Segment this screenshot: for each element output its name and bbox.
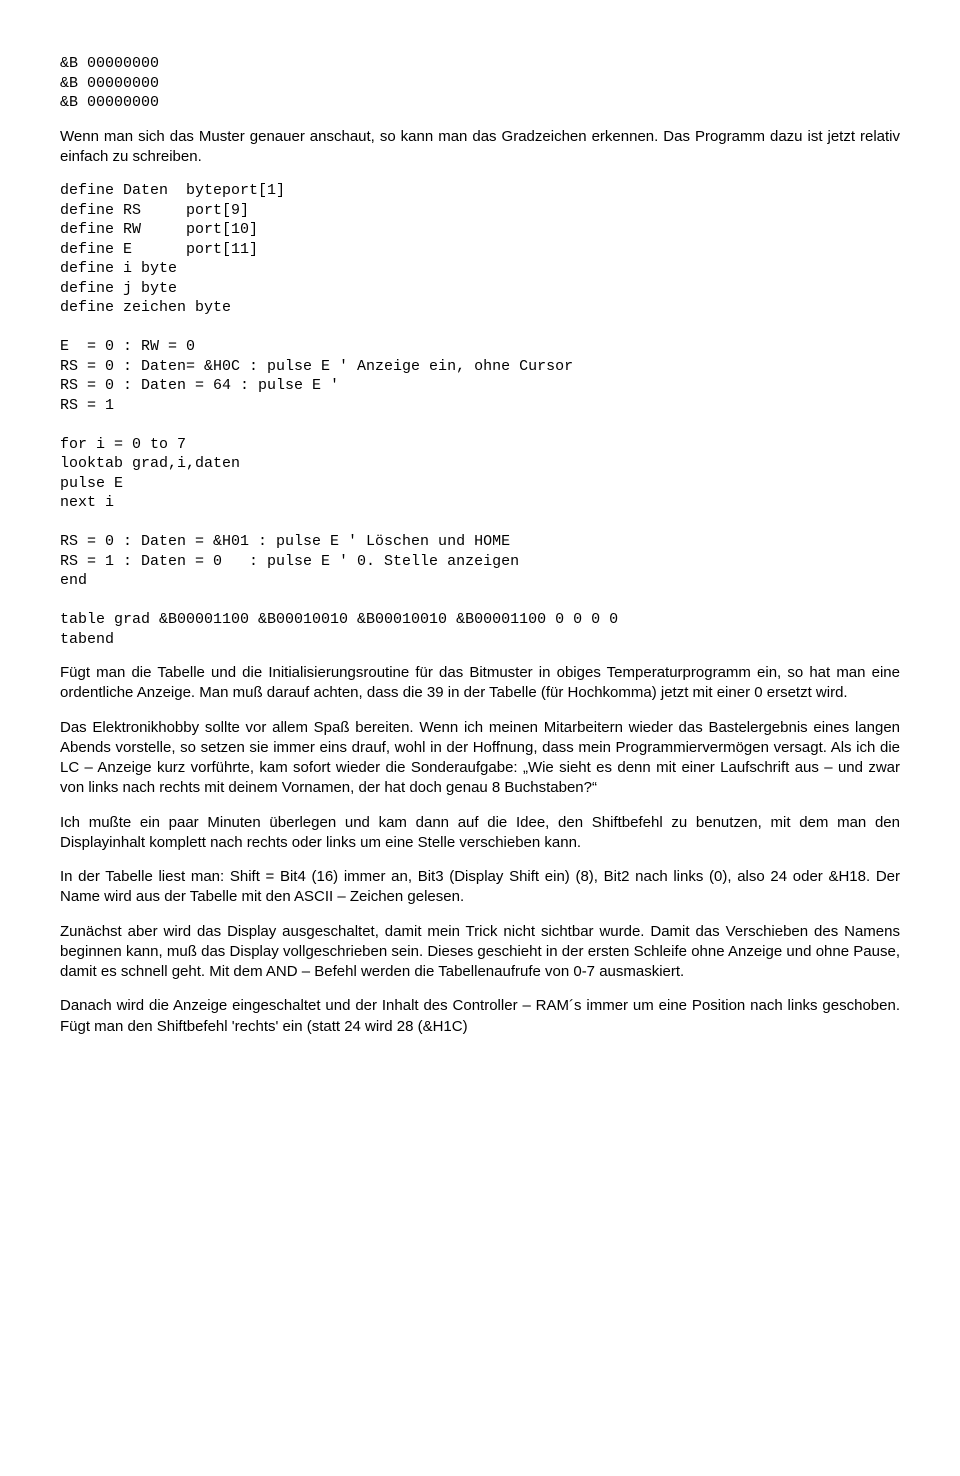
paragraph-5: In der Tabelle liest man: Shift = Bit4 (… — [60, 867, 900, 908]
paragraph-7: Danach wird die Anzeige eingeschaltet un… — [60, 996, 900, 1037]
paragraph-4: Ich mußte ein paar Minuten überlegen und… — [60, 813, 900, 854]
paragraph-6: Zunächst aber wird das Display ausgescha… — [60, 922, 900, 983]
code-block-2: define Daten byteport[1] define RS port[… — [60, 181, 900, 649]
paragraph-2: Fügt man die Tabelle und die Initialisie… — [60, 663, 900, 704]
paragraph-1: Wenn man sich das Muster genauer anschau… — [60, 127, 900, 168]
code-block-1: &B 00000000 &B 00000000 &B 00000000 — [60, 54, 900, 113]
paragraph-3: Das Elektronikhobby sollte vor allem Spa… — [60, 718, 900, 799]
